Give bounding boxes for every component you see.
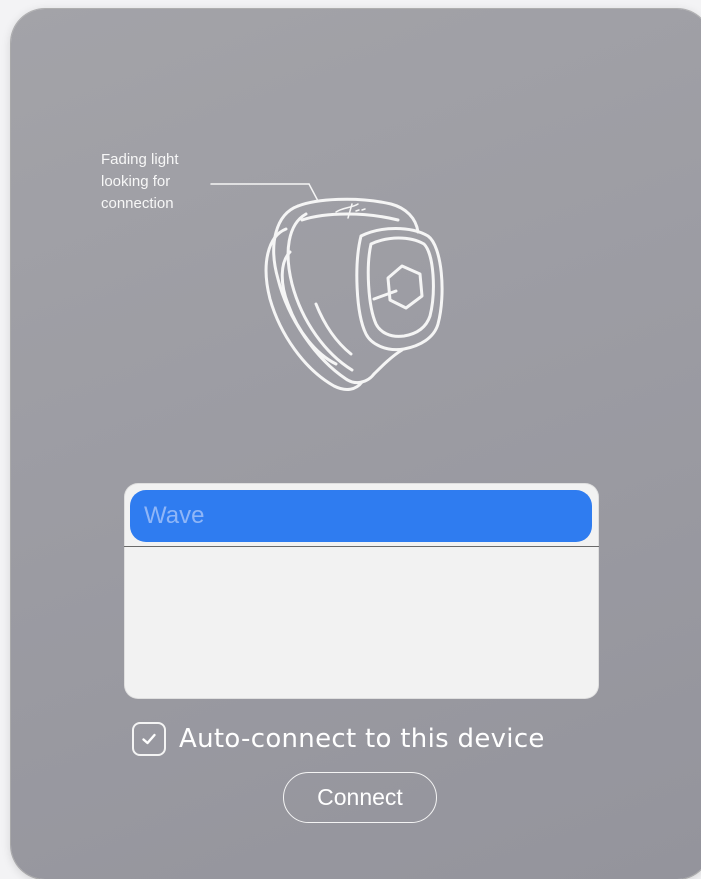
- auto-connect-option[interactable]: Auto-connect to this device: [132, 722, 545, 756]
- annotation-line-2: looking for: [101, 173, 171, 190]
- fading-light-annotation: Fading light looking for connection: [101, 149, 179, 215]
- list-divider: [124, 546, 599, 547]
- auto-connect-label[interactable]: Auto-connect to this device: [179, 724, 545, 754]
- device-list-item-wave[interactable]: Wave: [130, 490, 592, 542]
- connect-window: Fading light looking for connection Wave…: [11, 9, 701, 879]
- checkmark-icon: [142, 733, 156, 745]
- connect-button[interactable]: Connect: [283, 772, 437, 823]
- wave-ring-illustration-icon: [210, 183, 444, 391]
- annotation-line-3: connection: [101, 195, 174, 212]
- device-name: Wave: [144, 502, 205, 529]
- auto-connect-checkbox[interactable]: [132, 722, 166, 756]
- annotation-line-1: Fading light: [101, 151, 179, 168]
- device-list[interactable]: Wave: [124, 483, 599, 699]
